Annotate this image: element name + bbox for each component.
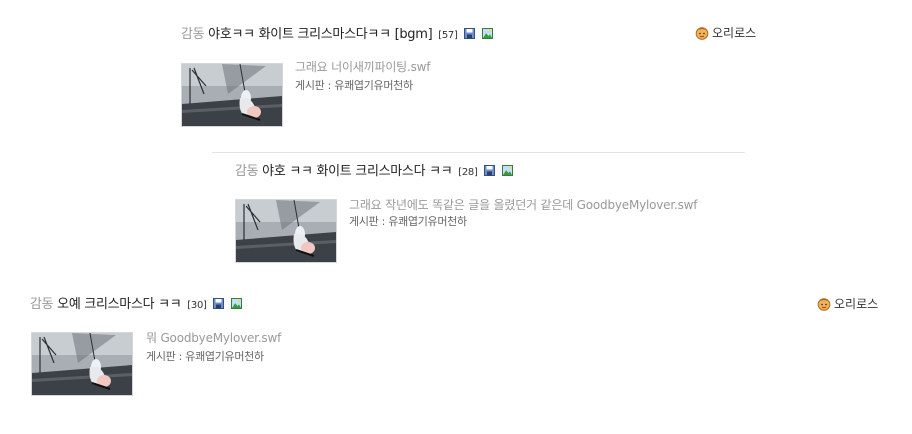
post-category[interactable]: 감동 <box>235 164 259 179</box>
author-link[interactable]: 오리로스 <box>817 296 878 312</box>
author-name[interactable]: 오리로스 <box>834 297 878 311</box>
save-icon <box>464 28 476 39</box>
post-title-line: 감동 오예 크리스마스다 ㅋㅋ [30] <box>30 296 243 315</box>
comment-count[interactable]: [28] <box>458 167 478 178</box>
post-thumbnail[interactable] <box>235 199 337 263</box>
post-description[interactable]: 그래요 작년에도 똑같은 글을 올렸던거 같은데 GoodbyeMylover.… <box>349 197 698 213</box>
image-icon <box>502 165 514 176</box>
save-icon <box>213 298 225 309</box>
post-board: 게시판 : 유쾌엽기유머천하 <box>146 350 264 363</box>
user-face-icon <box>817 298 831 311</box>
post-title-link[interactable]: 오예 크리스마스다 ㅋㅋ <box>57 297 182 312</box>
author-link[interactable]: 오리로스 <box>695 25 756 41</box>
post-thumbnail[interactable] <box>31 332 133 396</box>
post-item: 감동 야호ㅋㅋ 화이트 크리스마스다ㅋㅋ [bgm] [57] 그래요 너이새끼… <box>181 25 781 127</box>
post-description[interactable]: 그래요 너이새끼파이팅.swf <box>295 59 431 75</box>
post-description[interactable]: 뭐 GoodbyeMylover.swf <box>146 330 281 346</box>
image-icon <box>482 28 494 39</box>
post-title-link[interactable]: 야호 ㅋㅋ 화이트 크리스마스다 ㅋㅋ <box>262 164 453 179</box>
user-face-icon <box>695 27 709 40</box>
post-board: 게시판 : 유쾌엽기유머천하 <box>295 79 413 92</box>
post-category[interactable]: 감동 <box>30 297 54 312</box>
post-title-link[interactable]: 야호ㅋㅋ 화이트 크리스마스다ㅋㅋ [bgm] <box>208 27 433 42</box>
author-name[interactable]: 오리로스 <box>712 26 756 40</box>
post-item: 감동 오예 크리스마스다 ㅋㅋ [30] 뭐 GoodbyeMylover.sw… <box>30 296 890 396</box>
save-icon <box>484 165 496 176</box>
divider <box>212 152 745 153</box>
post-board: 게시판 : 유쾌엽기유머천하 <box>349 215 467 228</box>
image-icon <box>231 298 243 309</box>
post-title-line: 감동 야호 ㅋㅋ 화이트 크리스마스다 ㅋㅋ [28] <box>235 163 514 182</box>
comment-count[interactable]: [30] <box>187 300 207 311</box>
post-title-line: 감동 야호ㅋㅋ 화이트 크리스마스다ㅋㅋ [bgm] [57] <box>181 26 494 45</box>
post-thumbnail[interactable] <box>181 63 283 127</box>
post-item: 감동 야호 ㅋㅋ 화이트 크리스마스다 ㅋㅋ [28] 그래요 작년에도 똑같은… <box>235 163 755 263</box>
comment-count[interactable]: [57] <box>438 30 458 41</box>
post-category[interactable]: 감동 <box>181 27 205 42</box>
